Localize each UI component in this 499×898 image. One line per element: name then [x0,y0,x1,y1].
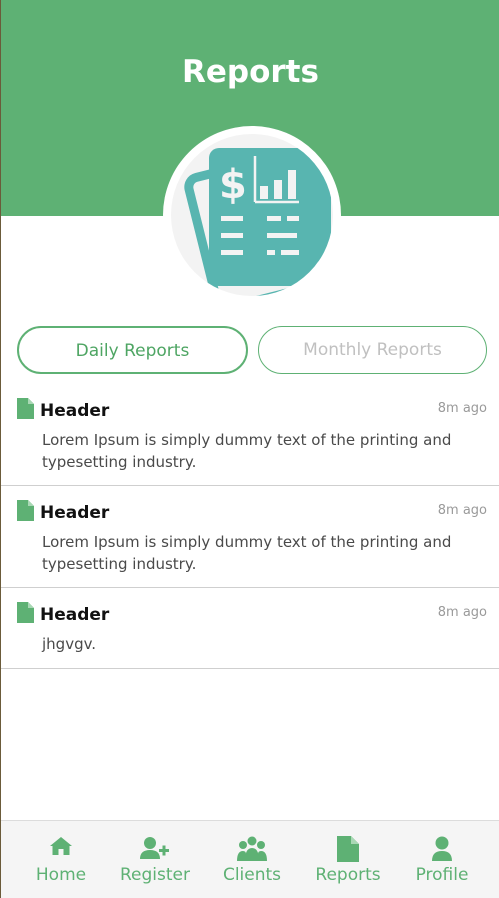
nav-label: Register [120,865,190,885]
report-time: 8m ago [437,605,487,620]
home-icon [50,837,72,855]
user-plus-icon [140,837,169,859]
nav-label: Profile [415,865,469,885]
nav-reports[interactable]: Reports [298,821,398,898]
nav-label: Clients [222,865,282,885]
report-title: Header [40,401,110,421]
report-time: 8m ago [437,401,487,416]
report-text: Lorem Ipsum is simply dummy text of the … [42,431,452,471]
users-icon [237,836,267,861]
logo-badge: $ [163,126,341,304]
report-list: Header 8m ago Lorem Ipsum is simply dumm… [1,384,499,669]
nav-home[interactable]: Home [11,821,111,898]
report-text: jhgvgv. [42,635,97,653]
financial-report-icon: $ [184,148,331,296]
user-icon [432,836,452,861]
document-icon [337,836,359,862]
report-title: Header [40,605,110,625]
report-list-item[interactable]: Header 8m ago Lorem Ipsum is simply dumm… [1,486,499,588]
svg-text:$: $ [219,162,247,208]
tab-daily-reports[interactable]: Daily Reports [17,326,248,374]
report-time: 8m ago [437,503,487,518]
nav-clients[interactable]: Clients [202,821,302,898]
nav-profile[interactable]: Profile [392,821,492,898]
page-title: Reports [182,54,319,90]
nav-register[interactable]: Register [105,821,205,898]
nav-label: Reports [315,865,381,885]
document-icon [17,398,34,419]
document-icon [17,500,34,521]
bottom-nav: Home Register Clients Reports Profile [1,820,499,898]
document-icon [17,602,34,623]
tab-monthly-reports[interactable]: Monthly Reports [258,326,487,374]
report-list-item[interactable]: Header 8m ago Lorem Ipsum is simply dumm… [1,384,499,486]
nav-label: Home [35,865,87,885]
report-list-item[interactable]: Header 8m ago jhgvgv. [1,588,499,669]
report-title: Header [40,503,110,523]
report-text: Lorem Ipsum is simply dummy text of the … [42,533,452,573]
